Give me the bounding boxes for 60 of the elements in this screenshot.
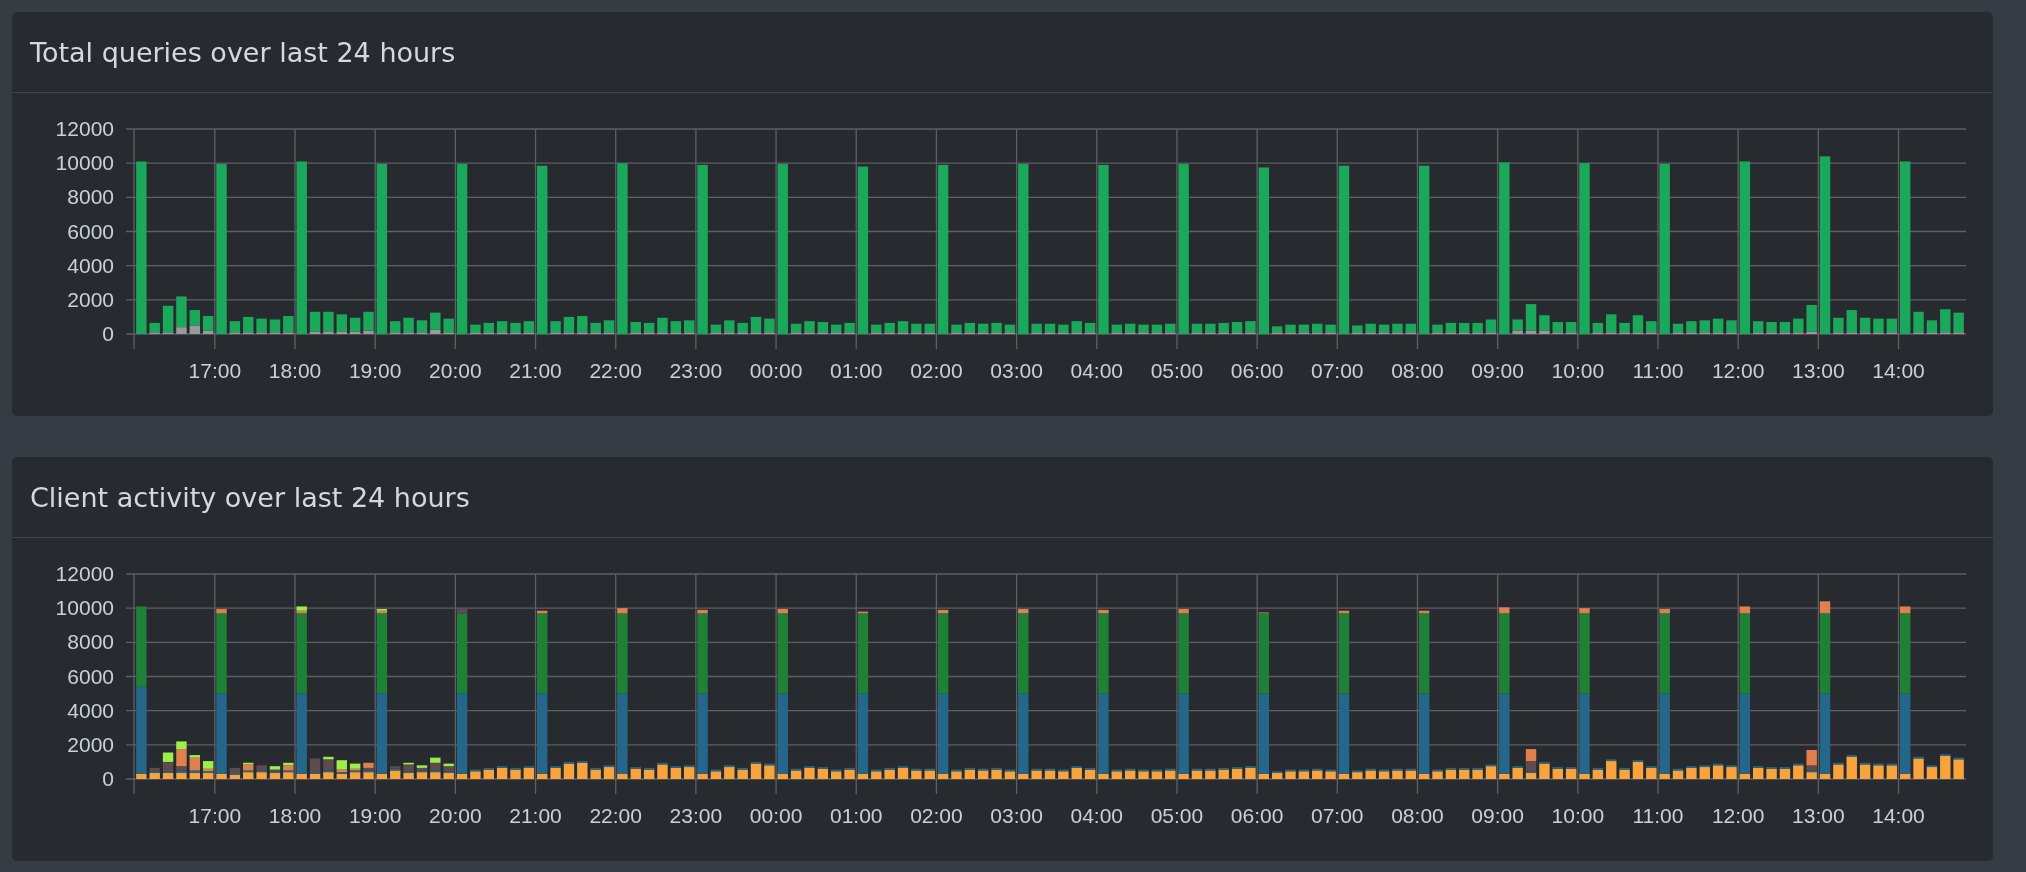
axis-label: 17:00 [188, 359, 242, 382]
axis-label: 02:00 [910, 804, 963, 827]
axis-label: 10000 [55, 151, 114, 175]
axis-label: 18:00 [268, 804, 322, 827]
axis-label: 04:00 [1070, 804, 1124, 827]
axis-label: 10:00 [1551, 359, 1605, 382]
axis-label: 07:00 [1311, 359, 1364, 382]
axis-label: 07:00 [1311, 804, 1364, 827]
axis-label: 2000 [67, 732, 114, 756]
axis-label: 8000 [67, 185, 114, 209]
axis-label: 03:00 [990, 359, 1043, 382]
axis-label: 0 [102, 767, 114, 790]
axis-label: 0 [102, 322, 114, 345]
axis-label: 05:00 [1150, 804, 1204, 827]
axis-label: 10000 [55, 596, 114, 620]
axis-label: 4000 [67, 698, 114, 722]
axis-label: 12000 [55, 117, 114, 140]
card-title: Client activity over last 24 hours [30, 481, 470, 513]
card-title: Total queries over last 24 hours [30, 36, 456, 68]
axis-label: 2000 [67, 287, 114, 311]
axis-label: 4000 [67, 253, 114, 277]
axis-label: 08:00 [1391, 359, 1444, 382]
axis-label: 13:00 [1792, 359, 1845, 382]
axis-label: 13:00 [1792, 804, 1845, 827]
axis-label: 19:00 [348, 359, 402, 382]
axis-label: 21:00 [509, 804, 562, 827]
axis-label: 17:00 [188, 804, 242, 827]
axis-label: 09:00 [1471, 359, 1524, 382]
axis-label: 12000 [55, 562, 114, 585]
axis-label: 8000 [67, 630, 114, 654]
axis-label: 22:00 [589, 804, 642, 827]
axis-label: 01:00 [829, 804, 883, 827]
axis-label: 21:00 [509, 359, 562, 382]
axis-label: 22:00 [589, 359, 642, 382]
axis-label: 6000 [67, 219, 114, 243]
axis-label: 11:00 [1632, 804, 1684, 827]
axis-label: 05:00 [1150, 359, 1204, 382]
axis-label: 04:00 [1070, 359, 1124, 382]
axis-label: 10:00 [1551, 804, 1605, 827]
axis-label: 00:00 [749, 359, 803, 382]
axis-label: 01:00 [829, 359, 883, 382]
axis-label: 08:00 [1391, 804, 1444, 827]
axis-label: 00:00 [749, 804, 803, 827]
axis-label: 06:00 [1230, 359, 1284, 382]
axis-label: 18:00 [268, 359, 322, 382]
axis-label: 20:00 [429, 804, 482, 827]
axis-label: 20:00 [429, 359, 482, 382]
axis-label: 19:00 [348, 804, 402, 827]
axis-label: 6000 [67, 664, 114, 688]
axis-label: 12:00 [1711, 804, 1765, 827]
axis-label: 14:00 [1872, 359, 1925, 382]
axis-label: 02:00 [910, 359, 963, 382]
axis-label: 09:00 [1471, 804, 1524, 827]
axis-label: 14:00 [1872, 804, 1925, 827]
axis-label: 23:00 [669, 804, 723, 827]
axis-label: 12:00 [1711, 359, 1765, 382]
axis-label: 03:00 [990, 804, 1043, 827]
axis-label: 11:00 [1632, 359, 1684, 382]
axis-label: 06:00 [1230, 804, 1284, 827]
axis-label: 23:00 [669, 359, 723, 382]
